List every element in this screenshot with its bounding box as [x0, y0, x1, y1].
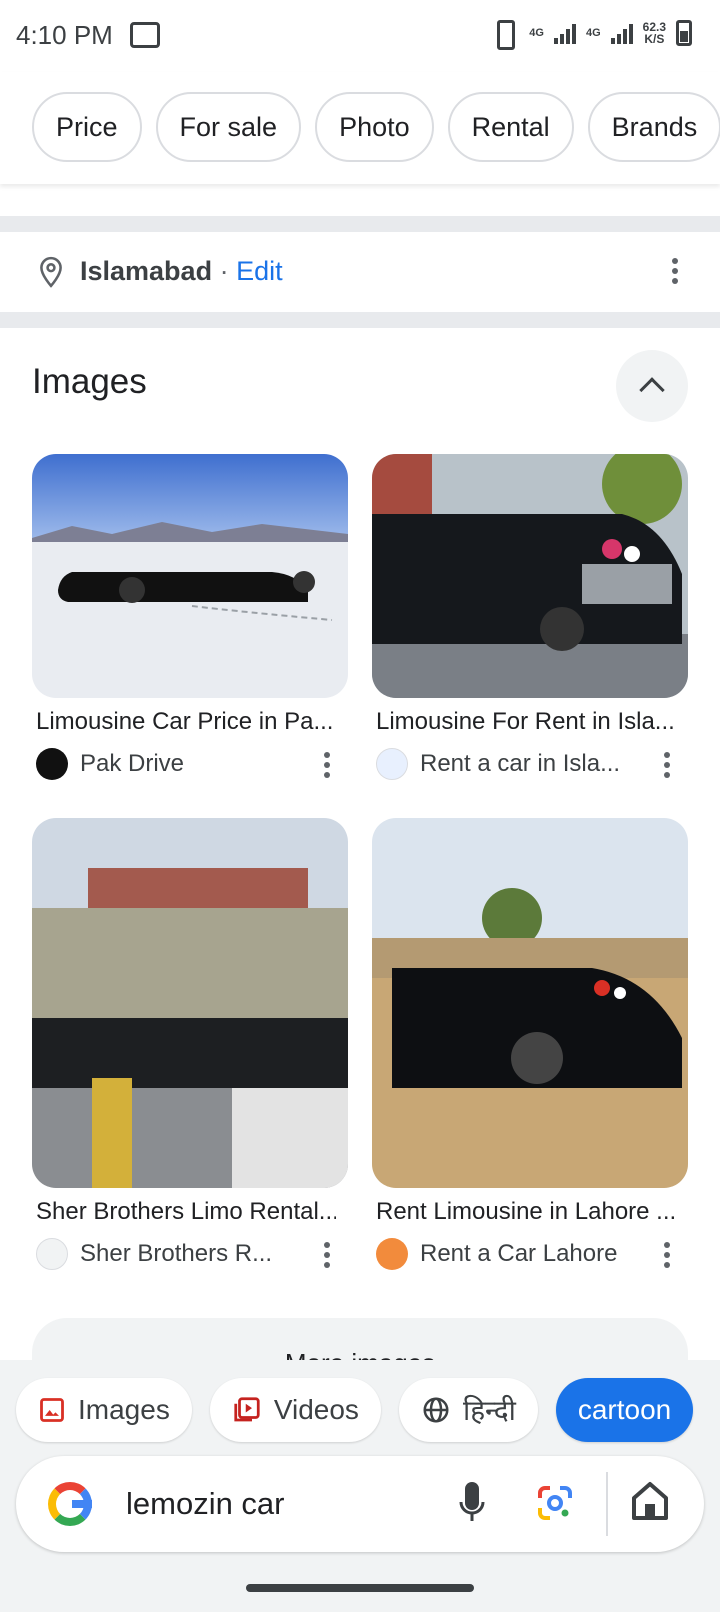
- vibrate-icon: [489, 20, 519, 50]
- location-row: Islamabad · Edit: [0, 232, 720, 312]
- image-result-title-2[interactable]: Limousine For Rent in Isla...: [376, 708, 676, 736]
- video-icon: [234, 1397, 260, 1422]
- cartoon-chip-label: cartoon: [577, 1394, 672, 1425]
- location-text: Islamabad · Edit: [80, 256, 283, 287]
- images-section-title: Images: [32, 362, 147, 401]
- rent-a-car-lahore-favicon: [376, 1238, 408, 1270]
- image-result-source-1[interactable]: Pak Drive: [80, 750, 184, 778]
- image-result-more-icon-1[interactable]: [324, 752, 332, 782]
- status-time: 4:10 PM: [16, 20, 113, 50]
- location-edit-link[interactable]: Edit: [236, 256, 283, 286]
- image-result-thumbnail-3[interactable]: [32, 818, 348, 1188]
- image-result-title-1[interactable]: Limousine Car Price in Pa...: [36, 708, 336, 736]
- image-result-more-icon-4[interactable]: [664, 1242, 672, 1272]
- signal-icon-2: [610, 22, 633, 44]
- search-type-chips: Images Videos हिन्दी cartoon: [16, 1378, 694, 1442]
- chip-rental[interactable]: Rental: [447, 92, 574, 162]
- image-result-thumbnail-4[interactable]: [372, 818, 688, 1188]
- network-type-label: 4G: [529, 27, 544, 39]
- image-icon: [40, 1398, 64, 1422]
- image-result-more-icon-2[interactable]: [664, 752, 672, 782]
- chip-brands[interactable]: Brands: [587, 92, 720, 162]
- home-icon[interactable]: [630, 1478, 670, 1522]
- hindi-chip[interactable]: हिन्दी: [398, 1378, 538, 1442]
- section-divider: [0, 216, 720, 232]
- images-chip[interactable]: Images: [16, 1378, 192, 1442]
- gesture-nav-handle[interactable]: [246, 1584, 474, 1592]
- bottom-search-panel: Images Videos हिन्दी cartoon lemozin car: [0, 1360, 720, 1612]
- status-bar: 4:10 PM 4G 4G 62.3 K/S: [0, 0, 720, 72]
- collapse-button[interactable]: [616, 350, 688, 422]
- battery-icon: [676, 20, 692, 46]
- globe-icon: [423, 1397, 449, 1423]
- chevron-up-icon: [639, 377, 665, 403]
- location-pin-icon: [40, 256, 62, 288]
- section-divider-2: [0, 312, 720, 328]
- image-result-title-3[interactable]: Sher Brothers Limo Rental...: [36, 1198, 336, 1226]
- activity-icon: [130, 22, 160, 48]
- search-bar-divider: [606, 1472, 608, 1536]
- pak-drive-favicon: [36, 748, 68, 780]
- sher-brothers-favicon: [36, 1238, 68, 1270]
- filter-chips-row: Price For sale Photo Rental Brands: [0, 72, 720, 184]
- rent-a-car-favicon: [376, 748, 408, 780]
- network-speed: 62.3 K/S: [643, 21, 666, 45]
- chip-price[interactable]: Price: [32, 92, 142, 162]
- videos-chip[interactable]: Videos: [209, 1378, 381, 1442]
- image-result-thumbnail-2[interactable]: [372, 454, 688, 698]
- image-result-more-icon-3[interactable]: [324, 1242, 332, 1272]
- chip-photo[interactable]: Photo: [315, 92, 434, 162]
- google-lens-icon[interactable]: [536, 1484, 574, 1522]
- google-logo-icon: [48, 1482, 92, 1526]
- search-bar[interactable]: lemozin car: [16, 1456, 704, 1552]
- location-city: Islamabad: [80, 256, 213, 286]
- search-query[interactable]: lemozin car: [126, 1486, 285, 1522]
- image-result-source-2[interactable]: Rent a car in Isla...: [420, 750, 620, 778]
- cartoon-suggestion-chip[interactable]: cartoon: [555, 1378, 694, 1442]
- image-result-title-4[interactable]: Rent Limousine in Lahore ...: [376, 1198, 676, 1226]
- image-result-thumbnail-1[interactable]: [32, 454, 348, 698]
- network-type-label-2: 4G: [585, 27, 601, 39]
- videos-chip-label: Videos: [273, 1394, 359, 1425]
- location-more-icon[interactable]: [672, 258, 680, 288]
- images-chip-label: Images: [78, 1394, 170, 1425]
- signal-icon: [553, 22, 576, 44]
- chip-for-sale[interactable]: For sale: [155, 92, 302, 162]
- hindi-chip-label: हिन्दी: [462, 1395, 516, 1426]
- image-result-source-3[interactable]: Sher Brothers R...: [80, 1240, 272, 1268]
- image-result-source-4[interactable]: Rent a Car Lahore: [420, 1240, 617, 1268]
- microphone-icon[interactable]: [458, 1478, 486, 1530]
- location-separator: ·: [212, 256, 237, 286]
- status-icons: 4G 4G 62.3 K/S: [489, 20, 692, 50]
- network-speed-unit: K/S: [644, 32, 665, 46]
